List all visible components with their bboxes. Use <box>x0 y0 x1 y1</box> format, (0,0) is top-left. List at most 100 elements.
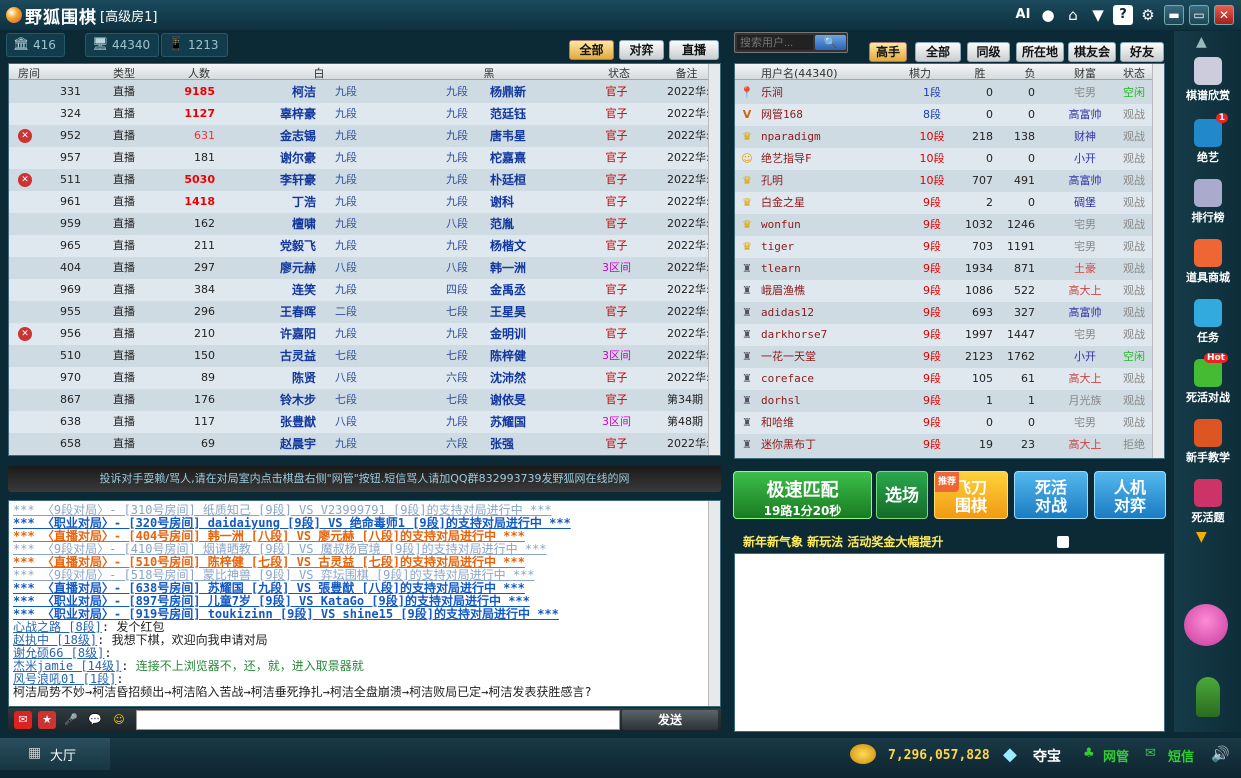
flag-icon[interactable]: ★ <box>38 711 56 729</box>
chat-user[interactable]: 风号浪吼01 [1段] <box>13 672 116 686</box>
col-rank[interactable]: 棋力 <box>885 65 955 81</box>
room-row[interactable]: 658直播69赵晨宇九段982六段P张强官子2022华: <box>9 433 720 455</box>
user-row[interactable]: ♜ 和哈维 9段 0 0 宅男 观战 <box>735 412 1164 434</box>
user-row[interactable]: 📍 乐涧 1段 0 0 宅男 空闲 <box>735 82 1164 104</box>
emoji-icon[interactable]: ☺ <box>110 711 128 729</box>
choose-room-button[interactable]: 选场 <box>876 471 928 519</box>
col-black[interactable]: 黑 <box>404 65 574 81</box>
ai-play-button[interactable]: 人机对弈 <box>1094 471 1166 519</box>
room-row[interactable]: 970直播89陈贤八段3268六段P沈沛然官子2022华: <box>9 367 720 389</box>
col-room[interactable]: 房间 <box>9 65 49 81</box>
col-status[interactable]: 状态 <box>574 65 664 81</box>
user-row[interactable]: ♜ 迷你黑布丁 9段 19 23 高大上 拒绝 <box>735 434 1164 456</box>
sidebar-item[interactable]: 新手教学 <box>1178 419 1238 465</box>
user-icon[interactable]: ● <box>1038 5 1058 25</box>
scroll-down-icon[interactable]: ▼ <box>1196 529 1207 545</box>
user-row[interactable]: ☺ 绝艺指导F 10段 0 0 小开 观战 <box>735 148 1164 170</box>
sidebar-item[interactable]: 死活题 <box>1178 479 1238 525</box>
col-wins[interactable]: 胜 <box>955 65 1005 81</box>
flying-knife-button[interactable]: 推荐 飞刀围棋 <box>934 471 1008 519</box>
gear-icon[interactable]: ⚙ <box>1138 5 1158 25</box>
user-table-scrollbar[interactable] <box>1152 64 1164 458</box>
filter-location-button[interactable]: 所在地 <box>1016 42 1064 62</box>
minimize-button[interactable]: ▬ <box>1164 5 1184 25</box>
room-row[interactable]: 969直播384连笑九段8515四段P金禹丞官子2022华: <box>9 279 720 301</box>
user-row[interactable]: ♜ 峨眉渔樵 9段 1086 522 高大上 观战 <box>735 280 1164 302</box>
user-row[interactable]: ♛ wonfun 9段 1032 1246 宅男 观战 <box>735 214 1164 236</box>
sidebar-item[interactable]: Hot 死活对战 <box>1178 353 1238 405</box>
sidebar-item[interactable]: 1 绝艺 <box>1178 113 1238 165</box>
sidebar-item[interactable]: 排行榜 <box>1178 179 1238 225</box>
checkbox[interactable] <box>1057 536 1069 548</box>
ai-button[interactable]: AI <box>1013 5 1033 25</box>
room-row[interactable]: ✕952直播631金志锡九段982九段P唐韦星官子2022华: <box>9 125 720 147</box>
room-row[interactable]: 867直播176铃木步七段1000七段谢依旻官子第34期 <box>9 389 720 411</box>
col-count[interactable]: 人数 <box>169 65 229 81</box>
room-row[interactable]: 510直播150古灵益七段937七段陈梓健3区间2022华: <box>9 345 720 367</box>
room-row[interactable]: 961直播1418丁浩九段1000九段谢科官子2022华: <box>9 191 720 213</box>
treasure-button[interactable]: 夺宝 <box>1033 746 1061 766</box>
filter-club-button[interactable]: 棋友会 <box>1068 42 1116 62</box>
col-status[interactable]: 状态 <box>1115 65 1153 81</box>
admin-button[interactable]: 网管 <box>1103 746 1129 765</box>
user-row[interactable]: ♜ 一花一天堂 9段 2123 1762 小开 空闲 <box>735 346 1164 368</box>
user-row[interactable]: ♛ 孔明 10段 707 491 高富帅 观战 <box>735 170 1164 192</box>
hall-tab[interactable]: ▦ 大厅 <box>0 738 110 770</box>
room-row[interactable]: 965直播211党毅飞九段1000九段P杨楷文官子2022华: <box>9 235 720 257</box>
home-icon[interactable]: ⌂ <box>1063 5 1083 25</box>
filter-all-button[interactable]: 全部 <box>569 40 614 60</box>
room-row[interactable]: 404直播297廖元赫八段199八段韩一洲3区间2022华: <box>9 257 720 279</box>
room-row[interactable]: ✕511直播5030李轩豪九段991九段P朴廷桓官子2022华: <box>9 169 720 191</box>
col-username[interactable]: 用户名(44340) <box>761 65 871 81</box>
filter-all-users-button[interactable]: 全部 <box>915 42 961 62</box>
filter-same-level-button[interactable]: 同级 <box>967 42 1010 62</box>
sidebar-item[interactable]: 道具商城 <box>1178 239 1238 285</box>
user-row[interactable]: V 网管168 8段 0 0 高富帅 观战 <box>735 104 1164 126</box>
maximize-button[interactable]: ▭ <box>1189 5 1209 25</box>
search-button[interactable]: 🔍 <box>815 35 846 50</box>
user-row[interactable]: ♛ 白金之星 9段 2 0 碉堡 观战 <box>735 192 1164 214</box>
sidebar-item[interactable]: 任务 <box>1178 299 1238 345</box>
chat-scrollbar[interactable] <box>708 501 720 706</box>
help-icon[interactable]: ? <box>1113 5 1133 25</box>
col-white[interactable]: 白 <box>234 65 404 81</box>
col-type[interactable]: 类型 <box>84 65 164 81</box>
room-row[interactable]: 955直播296王春晖二段0100七段王星昊官子2022华: <box>9 301 720 323</box>
shirt-icon[interactable]: ▼ <box>1088 5 1108 25</box>
scroll-up-icon[interactable]: ▲ <box>1196 34 1207 50</box>
volume-icon[interactable]: 🔊 <box>1211 745 1230 763</box>
filter-master-button[interactable]: 高手 <box>869 42 907 62</box>
user-row[interactable]: ♛ nparadigm 10段 218 138 财神 观战 <box>735 126 1164 148</box>
chat-user[interactable]: 谢允硕66 [8级] <box>13 646 104 660</box>
close-button[interactable]: ✕ <box>1214 5 1234 25</box>
sidebar-item[interactable]: 棋谱欣赏 <box>1178 57 1238 103</box>
mascot-icon[interactable] <box>1184 604 1228 646</box>
user-row[interactable]: ♜ darkhorse7 9段 1997 1447 宅男 观战 <box>735 324 1164 346</box>
diamond-icon[interactable]: ◆ <box>1003 744 1027 765</box>
room-row[interactable]: 959直播162檀啸九段982八段范胤官子2022华: <box>9 213 720 235</box>
filter-game-button[interactable]: 对弈 <box>619 40 664 60</box>
col-wealth[interactable]: 财富 <box>1055 65 1115 81</box>
user-row[interactable]: ♜ adidas12 9段 693 327 高富帅 观战 <box>735 302 1164 324</box>
filter-live-button[interactable]: 直播 <box>669 40 719 60</box>
chat-input[interactable] <box>136 710 620 730</box>
room-row[interactable]: ✕956直播210许嘉阳九段199九段P金明训官子2022华: <box>9 323 720 345</box>
chat-user[interactable]: 心战之路 [8段] <box>13 620 102 634</box>
room-row[interactable]: 638直播117张豊猷八段595九段P苏耀国3区间第48期 <box>9 411 720 433</box>
quick-match-button[interactable]: 极速匹配 19路1分20秒 <box>733 471 872 519</box>
sms-button[interactable]: 短信 <box>1168 746 1194 765</box>
activity-banner[interactable]: 新年新气象 新玩法 活动奖金大幅提升 <box>734 531 1165 553</box>
user-row[interactable]: ♜ coreface 9段 105 61 高大上 观战 <box>735 368 1164 390</box>
tsumego-battle-button[interactable]: 死活对战 <box>1014 471 1088 519</box>
room-row[interactable]: 957直播181谢尔豪九段793九段柁嘉熹官子2022华: <box>9 147 720 169</box>
chat-message[interactable]: 柯洁局势不妙→柯洁昏招频出→柯洁陷入苦战→柯洁垂死挣扎→柯洁全盘崩溃→柯洁败局已… <box>13 686 592 699</box>
user-row[interactable]: ♜ dorhsl 9段 1 1 月光族 观战 <box>735 390 1164 412</box>
room-row[interactable]: 331直播9185柯洁九段892九段杨鼎新官子2022华: <box>9 81 720 103</box>
user-row[interactable]: ♛ tiger 9段 703 1191 宅男 观战 <box>735 236 1164 258</box>
room-table-scrollbar[interactable] <box>708 64 720 455</box>
send-button[interactable]: 发送 <box>622 710 718 730</box>
chat-bubble-icon[interactable]: 💬 <box>86 711 104 729</box>
col-note[interactable]: 备注 <box>664 65 709 81</box>
room-row[interactable]: 324直播1127辜梓豪九段1000九段范廷钰官子2022华: <box>9 103 720 125</box>
red-packet-icon[interactable]: ✉ <box>14 711 32 729</box>
